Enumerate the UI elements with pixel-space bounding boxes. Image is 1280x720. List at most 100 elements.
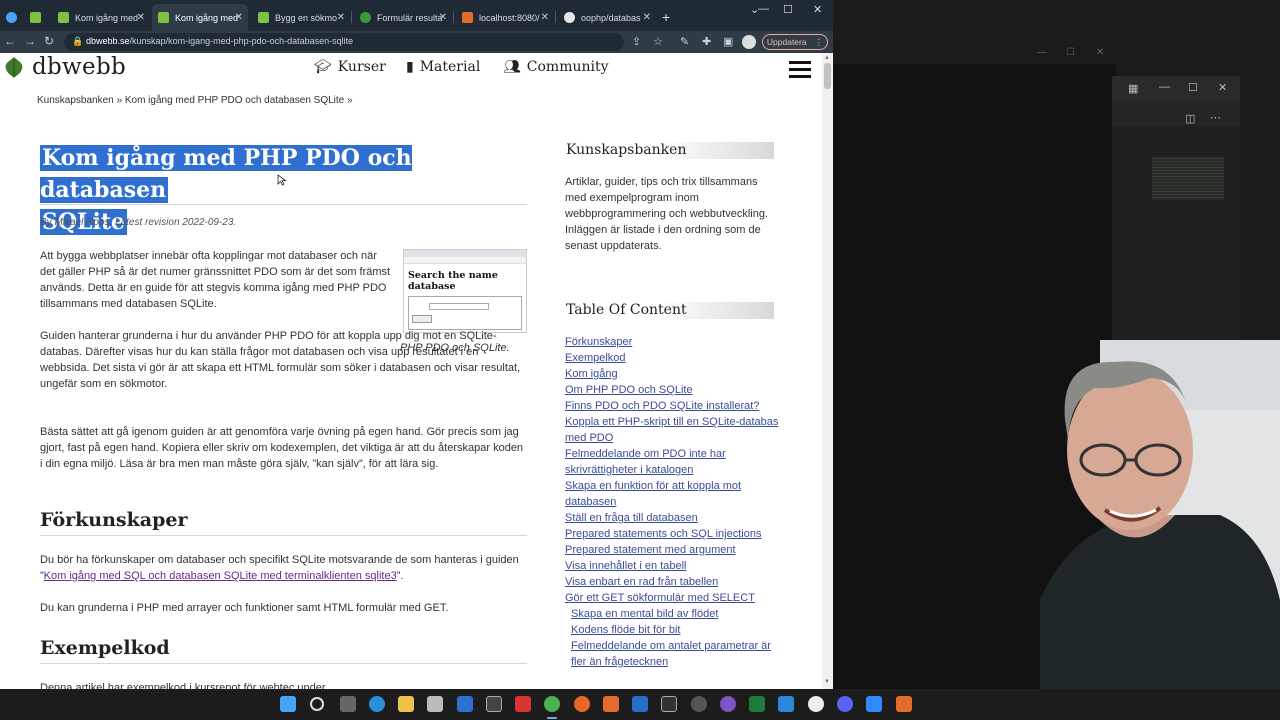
powershell-icon[interactable]	[632, 696, 648, 712]
update-button[interactable]: Uppdatera ⋮	[762, 34, 828, 50]
toc-item[interactable]: Prepared statement med argument	[565, 542, 780, 558]
breadcrumb[interactable]: Kunskapsbanken » Kom igång med PHP PDO o…	[37, 95, 353, 106]
minimize-icon[interactable]: —	[1037, 47, 1047, 58]
tab-kom-igang-1[interactable]: Kom igång med ✕	[52, 4, 150, 31]
star-icon[interactable]: ☆	[653, 35, 663, 48]
minimize-icon[interactable]: —	[758, 3, 769, 15]
maximize-icon[interactable]: ☐	[783, 3, 793, 16]
back-icon[interactable]: ←	[4, 34, 16, 48]
xampp-control-icon[interactable]	[896, 696, 912, 712]
tab-label: Bygg en sökmo	[275, 12, 338, 23]
toc-item[interactable]: Kom igång	[565, 366, 780, 382]
site-logo[interactable]: dbwebb	[2, 54, 126, 80]
close-window-icon[interactable]: ✕	[1096, 47, 1104, 58]
tab-formular[interactable]: Formulär resulta ✕	[354, 4, 452, 31]
tab-pinned-1[interactable]	[0, 4, 20, 31]
nav-community[interactable]: 👥︎ Community	[503, 59, 609, 75]
mail-icon[interactable]	[457, 696, 473, 712]
vscode-icon[interactable]	[778, 696, 794, 712]
toc-item[interactable]: Visa enbart en rad från tabellen	[565, 574, 780, 590]
task-view-icon[interactable]	[340, 696, 356, 712]
search-icon[interactable]	[310, 697, 324, 711]
split-editor-icon[interactable]: ◫	[1185, 112, 1195, 125]
chrome-icon[interactable]	[544, 696, 560, 712]
github-desktop-icon[interactable]	[691, 696, 707, 712]
maximize-icon[interactable]: ☐	[1066, 47, 1075, 58]
discord-icon[interactable]	[837, 696, 853, 712]
close-window-icon[interactable]: ✕	[813, 3, 822, 16]
toc-item[interactable]: Exempelkod	[565, 350, 780, 366]
toc-subitem[interactable]: Kodens flöde bit för bit	[565, 622, 780, 638]
toc-item[interactable]: Gör ett GET sökformulär med SELECT	[565, 590, 780, 606]
scroll-thumb[interactable]	[824, 63, 831, 89]
tab-github[interactable]: oophp/databas ✕	[558, 4, 656, 31]
hamburger-menu-icon[interactable]	[789, 61, 811, 79]
slack-icon[interactable]	[808, 696, 824, 712]
paragraph-example: Denna artikel har exempelkod i kursrepot…	[40, 682, 326, 689]
divider	[40, 535, 527, 536]
tab-localhost[interactable]: localhost:8080/✕	[456, 4, 554, 31]
terminal-icon[interactable]	[661, 696, 677, 712]
tab-bygg-sokmotor[interactable]: Bygg en sökmo ✕	[252, 4, 350, 31]
prereq-link[interactable]: Kom igång med SQL och databasen SQLite m…	[44, 570, 397, 582]
reload-icon[interactable]: ↻	[44, 34, 54, 48]
minimize-icon[interactable]: —	[1159, 81, 1170, 93]
close-icon[interactable]: ✕	[643, 12, 651, 23]
scroll-down-icon[interactable]: ▼	[824, 679, 830, 685]
maximize-icon[interactable]: ☐	[1188, 81, 1198, 94]
store-icon[interactable]	[427, 696, 443, 712]
dbwebb-favicon-icon	[30, 12, 41, 23]
scroll-up-icon[interactable]: ▲	[824, 55, 830, 61]
toc-item[interactable]: Ställ en fråga till databasen	[565, 510, 780, 526]
paragraph-prereq: Du bör ha förkunskaper om databaser och …	[40, 552, 528, 584]
article-figure[interactable]: Search the name database	[403, 249, 527, 333]
toc-item[interactable]: Prepared statements och SQL injections	[565, 526, 780, 542]
file-explorer-icon[interactable]	[398, 696, 414, 712]
page-scrollbar[interactable]: ▲ ▼	[822, 53, 833, 689]
app-icon[interactable]	[486, 696, 502, 712]
close-icon[interactable]: ✕	[439, 12, 447, 23]
xampp-icon[interactable]	[603, 696, 619, 712]
figure-input	[429, 303, 489, 310]
tab-pinned-2[interactable]	[24, 4, 48, 31]
close-icon[interactable]: ✕	[137, 12, 145, 23]
new-tab-icon[interactable]: +	[662, 9, 670, 25]
tab-kom-igang-active[interactable]: Kom igång med ✕	[152, 4, 248, 31]
toc-item[interactable]: Om PHP PDO och SQLite	[565, 382, 780, 398]
close-window-icon[interactable]: ✕	[1218, 81, 1227, 94]
url-field[interactable]: 🔒 dbwebb.se/kunskap/kom-igang-med-php-pd…	[64, 33, 624, 51]
sidepanel-icon[interactable]: ▣	[723, 35, 733, 48]
pen-icon[interactable]: ✎	[680, 35, 689, 48]
profile-avatar[interactable]	[742, 35, 756, 49]
toc-item[interactable]: Skapa en funktion för att koppla mot dat…	[565, 478, 780, 510]
nav-kurser[interactable]: 🎓︎ Kurser	[314, 59, 386, 75]
toc-item[interactable]: Förkunskaper	[565, 334, 780, 350]
layout-icon[interactable]: ▦	[1128, 82, 1138, 95]
toc-item[interactable]: Felmeddelande om PDO inte har skrivrätti…	[565, 446, 780, 478]
close-icon[interactable]: ✕	[337, 12, 345, 23]
toc-subitem[interactable]: Skapa en mental bild av flödet	[565, 606, 780, 622]
firefox-icon[interactable]	[574, 696, 590, 712]
share-icon[interactable]: ⇪	[632, 35, 641, 48]
tab-separator	[351, 11, 352, 23]
toc-subitem[interactable]: Felmeddelande om antalet parametrar är f…	[565, 638, 780, 670]
close-icon[interactable]: ✕	[235, 12, 243, 23]
windows-start-icon[interactable]	[280, 696, 296, 712]
menu-dots-icon[interactable]: ⋮	[815, 37, 824, 48]
extensions-icon[interactable]: ✚	[702, 35, 711, 48]
office-icon[interactable]	[515, 696, 531, 712]
zoom-icon[interactable]	[866, 696, 882, 712]
close-icon[interactable]: ✕	[541, 12, 549, 23]
spreadsheet-icon[interactable]	[749, 696, 765, 712]
heading-example-code: Exempelkod	[40, 637, 170, 659]
obs-icon[interactable]	[720, 696, 736, 712]
more-icon[interactable]: ⋯	[1210, 111, 1221, 124]
toc-item[interactable]: Visa innehållet i en tabell	[565, 558, 780, 574]
webcam-presenter	[1040, 340, 1280, 720]
edge-icon[interactable]	[369, 696, 385, 712]
nav-material[interactable]: ▮ Material	[406, 59, 480, 75]
toc-item[interactable]: Finns PDO och PDO SQLite installerat?	[565, 398, 780, 414]
forward-icon[interactable]: →	[24, 34, 36, 48]
dbwebb-favicon-icon	[58, 12, 69, 23]
toc-item[interactable]: Koppla ett PHP-skript till en SQLite-dat…	[565, 414, 780, 446]
